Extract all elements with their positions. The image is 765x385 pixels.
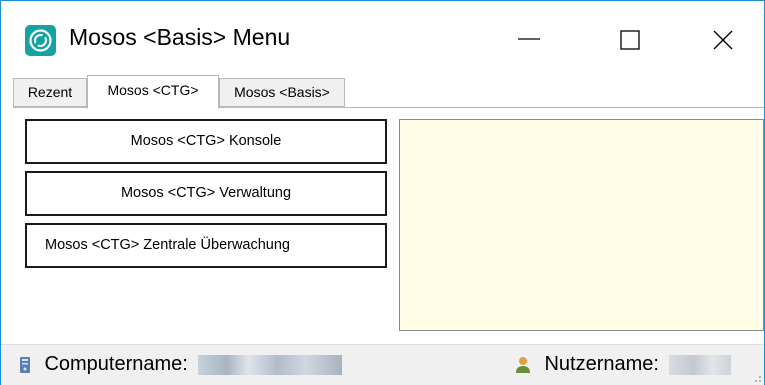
tab-label: Rezent [27,84,73,100]
tab-label: Mosos <Basis> [234,84,330,100]
close-button[interactable] [700,19,746,59]
computer-name-status: Computername: [19,353,343,377]
konsole-button[interactable]: Mosos <CTG> Konsole [25,119,387,164]
button-label: Mosos <CTG> Zentrale Überwachung [45,237,290,253]
verwaltung-button[interactable]: Mosos <CTG> Verwaltung [25,171,387,216]
status-bar: Computername: Nutzername: [1,344,764,385]
maximize-icon [620,30,640,50]
tab-strip: Rezent Mosos <CTG> Mosos <Basis> [1,73,764,109]
user-name-label: Nutzername: [544,353,659,375]
button-label: Mosos <CTG> Konsole [130,133,282,149]
maximize-button[interactable] [607,19,653,59]
tab-content: Mosos <CTG> Konsole Mosos <CTG> Verwaltu… [13,108,764,344]
title-bar[interactable]: Mosos <Basis> Menu [1,1,764,73]
computer-name-value-redacted [198,354,343,375]
resize-grip-icon[interactable] [750,371,762,383]
user-icon [516,356,530,373]
computer-icon [20,356,30,373]
mosos-logo-icon [25,25,56,56]
button-label: Mosos <CTG> Verwaltung [120,185,292,201]
user-name-value-redacted [669,354,732,375]
window-title: Mosos <Basis> Menu [69,24,291,50]
tab-rezent[interactable]: Rezent [13,78,87,107]
zentrale-ueberwachung-button[interactable]: Mosos <CTG> Zentrale Überwachung [25,223,387,268]
minimize-button[interactable] [506,19,552,59]
computer-name-label: Computername: [44,353,188,375]
tab-label: Mosos <CTG> [107,82,199,98]
close-icon [713,30,733,50]
minimize-icon [518,38,540,40]
user-name-status: Nutzername: [515,353,732,377]
info-panel [399,119,764,331]
tab-mosos-ctg[interactable]: Mosos <CTG> [87,75,219,109]
tab-mosos-basis[interactable]: Mosos <Basis> [219,78,345,107]
main-window: Mosos <Basis> Menu Rezent Mosos <CTG> Mo… [0,0,765,385]
